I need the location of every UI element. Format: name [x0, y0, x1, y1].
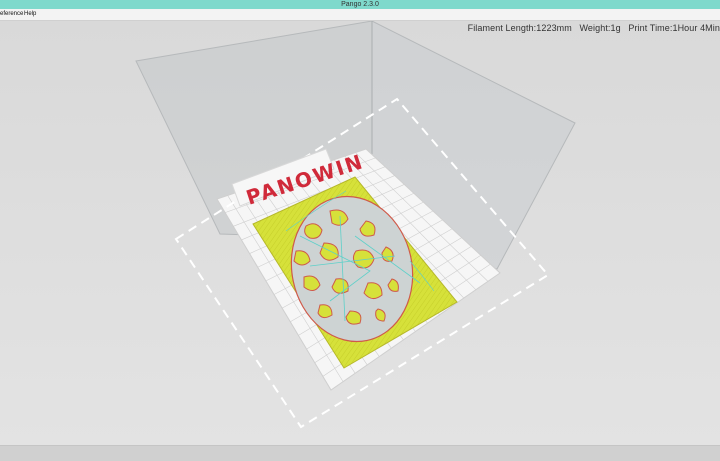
menu-bar: Preference Help: [0, 9, 720, 21]
print-time: Print Time:1Hour 4Min: [628, 23, 720, 33]
weight: Weight:1g: [579, 23, 621, 33]
print-scene[interactable]: PANOWIN: [0, 21, 720, 445]
3d-viewport[interactable]: PANOWIN: [0, 21, 720, 445]
menu-help[interactable]: Help: [24, 9, 36, 20]
title-bar: Pango 2.3.0: [0, 0, 720, 9]
filament-length: Filament Length:1223mm: [467, 23, 572, 33]
menu-preference[interactable]: Preference: [0, 9, 23, 20]
window-title: Pango 2.3.0: [341, 1, 379, 8]
print-stats: Filament Length:1223mm Weight:1g Print T…: [463, 23, 720, 33]
bottom-bar: [0, 445, 720, 461]
